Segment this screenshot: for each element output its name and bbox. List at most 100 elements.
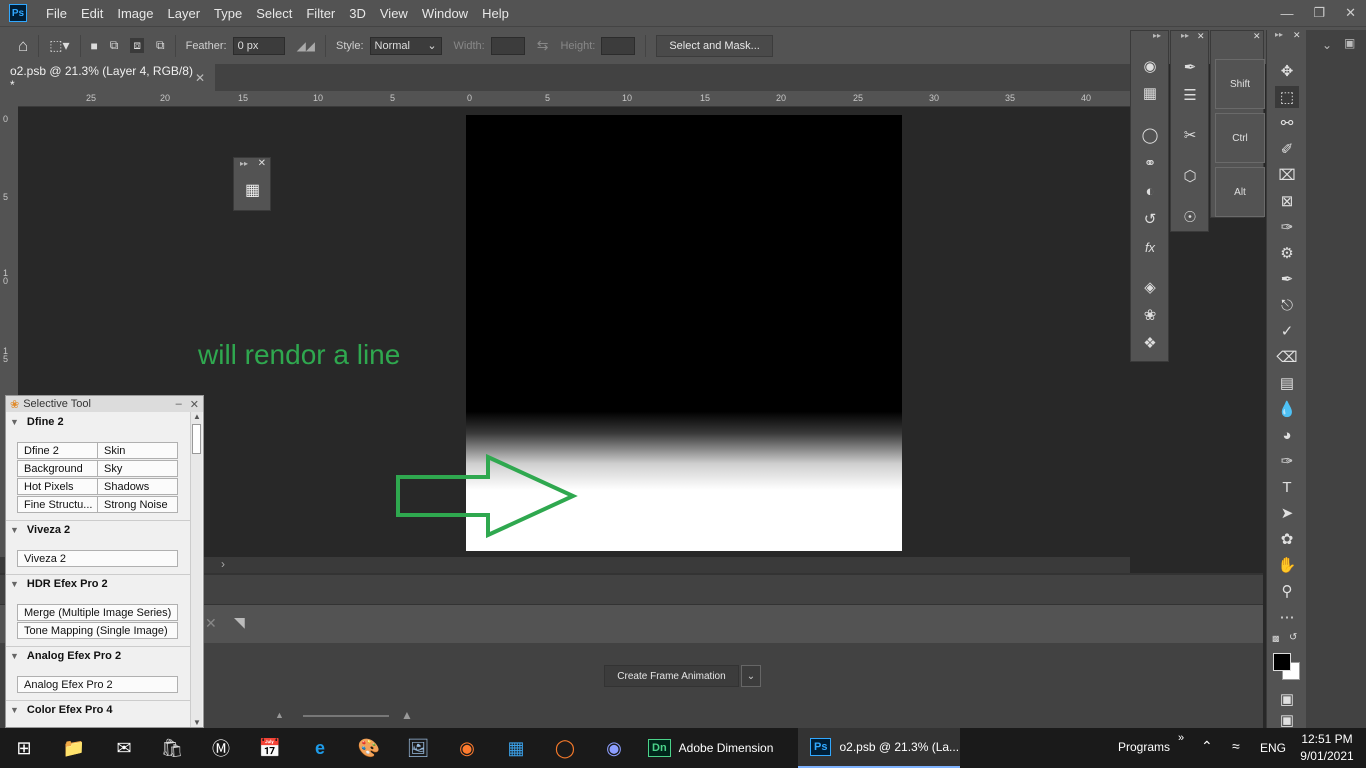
- default-colors-icon[interactable]: ▩: [1272, 634, 1280, 643]
- menu-window[interactable]: Window: [415, 6, 475, 21]
- move-tool-icon[interactable]: ✥: [1275, 60, 1299, 82]
- minimize-icon[interactable]: —: [1280, 6, 1293, 21]
- chevron-down-icon[interactable]: ⌄: [1322, 38, 1332, 52]
- section-color-efex[interactable]: ▼ Color Efex Pro 4: [6, 700, 191, 720]
- healing-brush-tool-icon[interactable]: ⚙: [1275, 242, 1299, 264]
- close-icon[interactable]: ✕: [1253, 31, 1261, 42]
- measurement-icon[interactable]: ☉: [1180, 207, 1200, 227]
- more-tools-icon[interactable]: ⋯: [1275, 606, 1299, 628]
- discord-icon[interactable]: ◉: [600, 734, 628, 762]
- eyedropper-tool-icon[interactable]: ✑: [1275, 216, 1299, 238]
- create-frame-animation-button[interactable]: Create Frame Animation: [604, 665, 739, 687]
- control-panel-icon[interactable]: ▦: [502, 734, 530, 762]
- tone-mapping-button[interactable]: Tone Mapping (Single Image): [17, 622, 178, 639]
- minimize-icon[interactable]: –: [176, 398, 182, 410]
- menu-type[interactable]: Type: [207, 6, 249, 21]
- clock[interactable]: 12:51 PM 9/01/2021: [1298, 731, 1356, 765]
- properties-icon[interactable]: ☰: [1180, 85, 1200, 105]
- menu-file[interactable]: File: [39, 6, 74, 21]
- analog-efex-pro-2-button[interactable]: Analog Efex Pro 2: [17, 676, 178, 693]
- history-icon[interactable]: ↺: [1140, 209, 1160, 229]
- background-button[interactable]: Background: [17, 460, 98, 477]
- unreal-engine-icon[interactable]: Ⓜ: [207, 734, 235, 762]
- channels-icon[interactable]: ❀: [1140, 305, 1160, 325]
- quick-mask-icon[interactable]: ▣: [1275, 688, 1299, 710]
- edge-browser-icon[interactable]: e: [306, 734, 334, 762]
- merge-button[interactable]: Merge (Multiple Image Series): [17, 604, 178, 621]
- intersect-selection-icon[interactable]: ⧉: [156, 38, 165, 53]
- scroll-up-icon[interactable]: ▲: [193, 412, 201, 421]
- path-selection-tool-icon[interactable]: ➤: [1275, 502, 1299, 524]
- taskbar-photoshop[interactable]: Ps o2.psb @ 21.3% (La...: [798, 728, 960, 768]
- zoom-tool-icon[interactable]: ⚲: [1275, 580, 1299, 602]
- 3d-icon[interactable]: ⬡: [1180, 166, 1200, 186]
- section-dfine[interactable]: ▼ Dfine 2: [6, 412, 191, 432]
- quick-selection-tool-icon[interactable]: ✐: [1275, 138, 1299, 160]
- scroll-down-icon[interactable]: ▼: [193, 718, 201, 727]
- photos-icon[interactable]: 🖼: [404, 734, 432, 762]
- feather-input[interactable]: 0 px: [232, 36, 285, 55]
- menu-select[interactable]: Select: [249, 6, 299, 21]
- alt-key-button[interactable]: Alt: [1215, 167, 1265, 217]
- wifi-icon[interactable]: ≈: [1232, 738, 1240, 754]
- chevron-double-right-icon[interactable]: »: [1178, 732, 1184, 744]
- frame-tool-icon[interactable]: ⊠: [1275, 190, 1299, 212]
- chevron-right-icon[interactable]: ›: [221, 557, 225, 571]
- plugin-icon[interactable]: ▦: [245, 180, 260, 200]
- brush-tool-icon[interactable]: ✒: [1275, 268, 1299, 290]
- home-icon[interactable]: ⌂: [18, 36, 28, 56]
- chevron-down-icon[interactable]: ⌄: [741, 665, 761, 687]
- pen-tool-icon[interactable]: ✑: [1275, 450, 1299, 472]
- hand-tool-icon[interactable]: ✋: [1275, 554, 1299, 576]
- collapse-icon[interactable]: ▸▸: [1275, 30, 1283, 39]
- mail-icon[interactable]: ✉: [110, 734, 138, 762]
- anti-alias-icon[interactable]: ◢◢: [297, 39, 315, 53]
- history-brush-tool-icon[interactable]: ✓: [1275, 320, 1299, 342]
- subtract-selection-icon[interactable]: ⧈: [130, 38, 145, 53]
- vertical-scrollbar[interactable]: ▲ ▼: [190, 412, 202, 727]
- section-hdr-efex[interactable]: ▼ HDR Efex Pro 2: [6, 574, 191, 594]
- paint-icon[interactable]: 🎨: [355, 734, 383, 762]
- libraries-icon[interactable]: ⚭: [1140, 153, 1160, 173]
- blur-tool-icon[interactable]: 💧: [1275, 398, 1299, 420]
- close-icon[interactable]: ✕: [1197, 31, 1205, 42]
- style-select[interactable]: Normal ⌄: [369, 36, 442, 55]
- width-input[interactable]: [490, 36, 525, 55]
- programs-toolbar[interactable]: Programs: [1118, 740, 1170, 754]
- store-icon[interactable]: 🛍: [158, 734, 186, 762]
- close-icon[interactable]: ✕: [1345, 5, 1356, 21]
- menu-image[interactable]: Image: [110, 6, 160, 21]
- select-and-mask-button[interactable]: Select and Mask...: [656, 34, 773, 57]
- hot-pixels-button[interactable]: Hot Pixels: [17, 478, 98, 495]
- crop-tool-icon[interactable]: ⌧: [1275, 164, 1299, 186]
- paths-icon[interactable]: ❖: [1140, 333, 1160, 353]
- zoom-slider[interactable]: ▲ ▲: [275, 708, 420, 722]
- sky-button[interactable]: Sky: [97, 460, 178, 477]
- firefox-icon[interactable]: ◉: [453, 734, 481, 762]
- document-tab[interactable]: o2.psb @ 21.3% (Layer 4, RGB/8) * ✕: [0, 64, 215, 92]
- collapse-icon[interactable]: ▸▸: [240, 159, 248, 168]
- zoom-in-icon[interactable]: ▲: [401, 708, 413, 722]
- height-input[interactable]: [601, 36, 636, 55]
- swap-colors-icon[interactable]: ↺: [1289, 632, 1297, 643]
- shadows-button[interactable]: Shadows: [97, 478, 178, 495]
- marquee-preset-icon[interactable]: ⬚▾: [49, 37, 69, 54]
- blender-icon[interactable]: ◯: [551, 734, 579, 762]
- close-icon[interactable]: ✕: [1293, 30, 1301, 41]
- fx-icon[interactable]: fx: [1140, 237, 1160, 257]
- close-icon[interactable]: ✕: [258, 158, 266, 169]
- maximize-icon[interactable]: ▣: [1344, 36, 1355, 50]
- swap-icon[interactable]: ⇆: [537, 37, 549, 54]
- strong-noise-button[interactable]: Strong Noise: [97, 496, 178, 513]
- scroll-thumb[interactable]: [192, 424, 201, 454]
- eraser-tool-icon[interactable]: ⌫: [1275, 346, 1299, 368]
- grid-icon[interactable]: ▦: [1140, 83, 1160, 103]
- lightbulb-icon[interactable]: ◯: [1140, 125, 1160, 145]
- new-selection-icon[interactable]: ■: [91, 39, 98, 53]
- swatches-icon[interactable]: ◉: [1140, 56, 1160, 76]
- section-analog-efex[interactable]: ▼ Analog Efex Pro 2: [6, 646, 191, 666]
- show-hidden-icons-icon[interactable]: ⌃: [1201, 738, 1213, 755]
- collapse-icon[interactable]: ▸▸: [1153, 31, 1161, 40]
- foreground-color-swatch[interactable]: [1273, 653, 1291, 671]
- shift-key-button[interactable]: Shift: [1215, 59, 1265, 109]
